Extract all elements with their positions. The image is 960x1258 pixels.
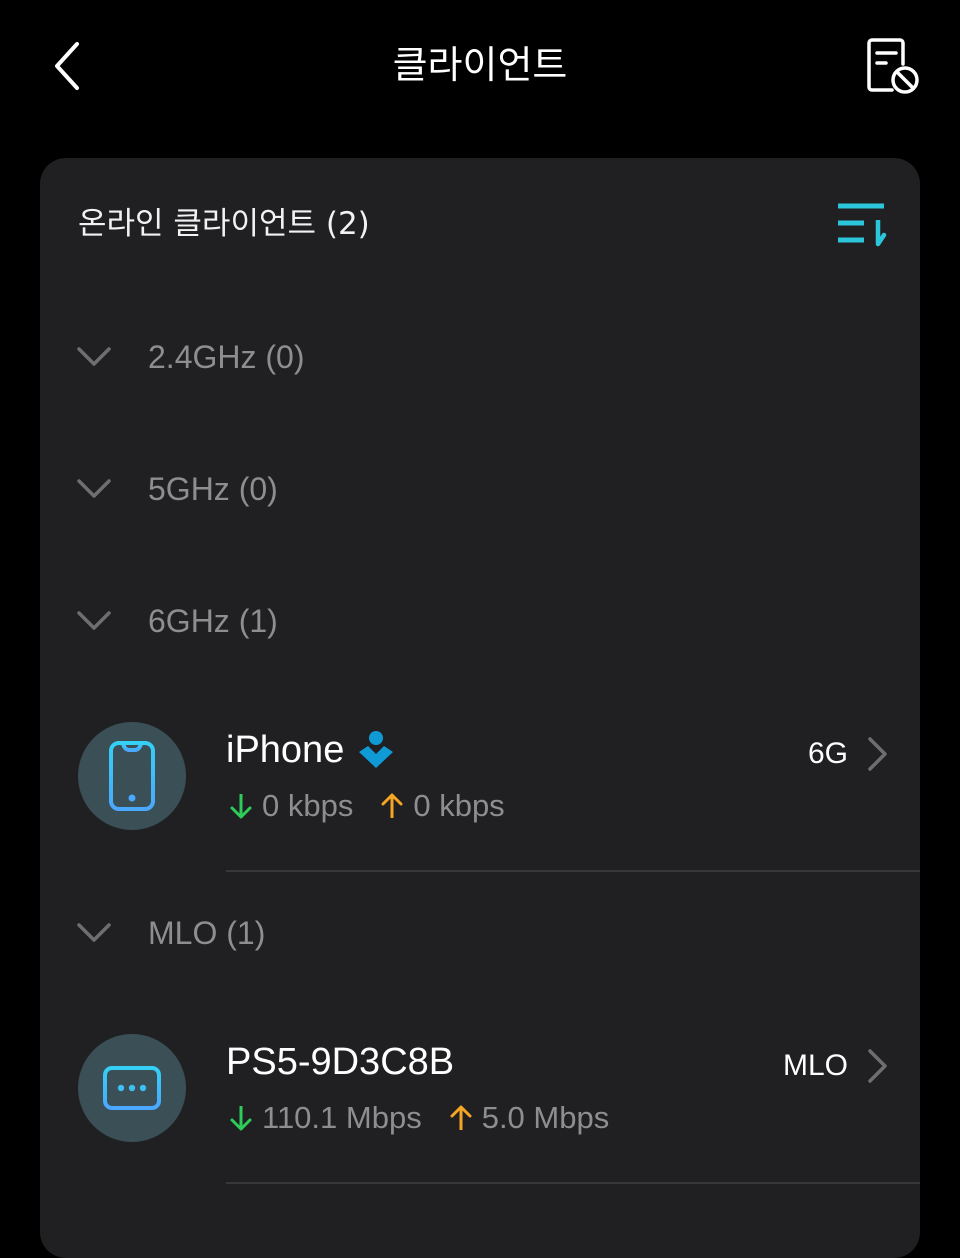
chevron-down-icon <box>77 611 111 630</box>
owner-badge-icon <box>359 731 394 768</box>
client-row-ps5[interactable]: PS5-9D3C8B 110.1 Mbps 5.0 Mbps MLO <box>40 1034 920 1184</box>
card-header: 온라인 클라이언트 (2) <box>40 158 920 288</box>
client-name-row: iPhone <box>226 726 396 774</box>
online-clients-card: 온라인 클라이언트 (2) 2.4GHz (0) 5GHz (0) 6GHz (… <box>40 158 920 1258</box>
client-band: MLO <box>782 1049 848 1082</box>
group-label: 6GHz (1) <box>148 603 278 639</box>
online-clients-title: 온라인 클라이언트 (2) <box>78 206 370 242</box>
blocklist-icon <box>867 38 919 94</box>
group-5ghz[interactable]: 5GHz (0) <box>40 454 920 524</box>
download-value: 0 kbps <box>262 788 354 823</box>
group-mlo[interactable]: MLO (1) <box>40 898 920 968</box>
download-value: 110.1 Mbps <box>262 1100 422 1135</box>
chevron-down-icon <box>77 347 111 366</box>
arrow-up-icon <box>381 793 403 818</box>
upload-value: 0 kbps <box>413 788 505 823</box>
group-label: MLO (1) <box>148 915 266 951</box>
chevron-right-icon <box>868 1049 887 1083</box>
client-rates: 0 kbps 0 kbps <box>228 786 505 826</box>
blocklist-button[interactable] <box>862 36 924 98</box>
row-divider <box>226 870 920 872</box>
sort-icon <box>838 203 887 247</box>
upload-rate: 0 kbps <box>379 786 505 826</box>
group-2-4ghz[interactable]: 2.4GHz (0) <box>40 322 920 392</box>
chevron-down-icon <box>77 479 111 498</box>
sort-button[interactable] <box>834 198 890 254</box>
client-band: 6G <box>807 737 848 770</box>
group-6ghz[interactable]: 6GHz (1) <box>40 586 920 656</box>
download-rate: 0 kbps <box>228 786 353 826</box>
upload-value: 5.0 Mbps <box>481 1100 610 1135</box>
download-rate: 110.1 Mbps <box>228 1098 422 1138</box>
client-rates: 110.1 Mbps 5.0 Mbps <box>228 1098 609 1138</box>
top-bar: 클라이언트 <box>0 0 960 140</box>
chevron-down-icon <box>77 923 111 942</box>
client-name: PS5-9D3C8B <box>226 1041 455 1083</box>
game-console-icon <box>103 1066 161 1110</box>
client-name-row: PS5-9D3C8B <box>226 1038 454 1086</box>
group-label: 5GHz (0) <box>148 471 278 507</box>
client-name: iPhone <box>226 729 345 771</box>
arrow-up-icon <box>450 1105 472 1130</box>
group-label: 2.4GHz (0) <box>148 339 305 375</box>
device-avatar <box>78 1034 186 1142</box>
client-row-iphone[interactable]: iPhone 0 kbps 0 kbps 6G <box>40 722 920 872</box>
device-avatar <box>78 722 186 830</box>
chevron-right-icon <box>868 737 887 771</box>
smartphone-icon <box>109 741 155 811</box>
page-title: 클라이언트 <box>392 43 568 87</box>
arrow-down-icon <box>230 794 252 819</box>
upload-rate: 5.0 Mbps <box>448 1098 610 1138</box>
row-divider <box>226 1182 920 1184</box>
arrow-down-icon <box>230 1106 252 1131</box>
